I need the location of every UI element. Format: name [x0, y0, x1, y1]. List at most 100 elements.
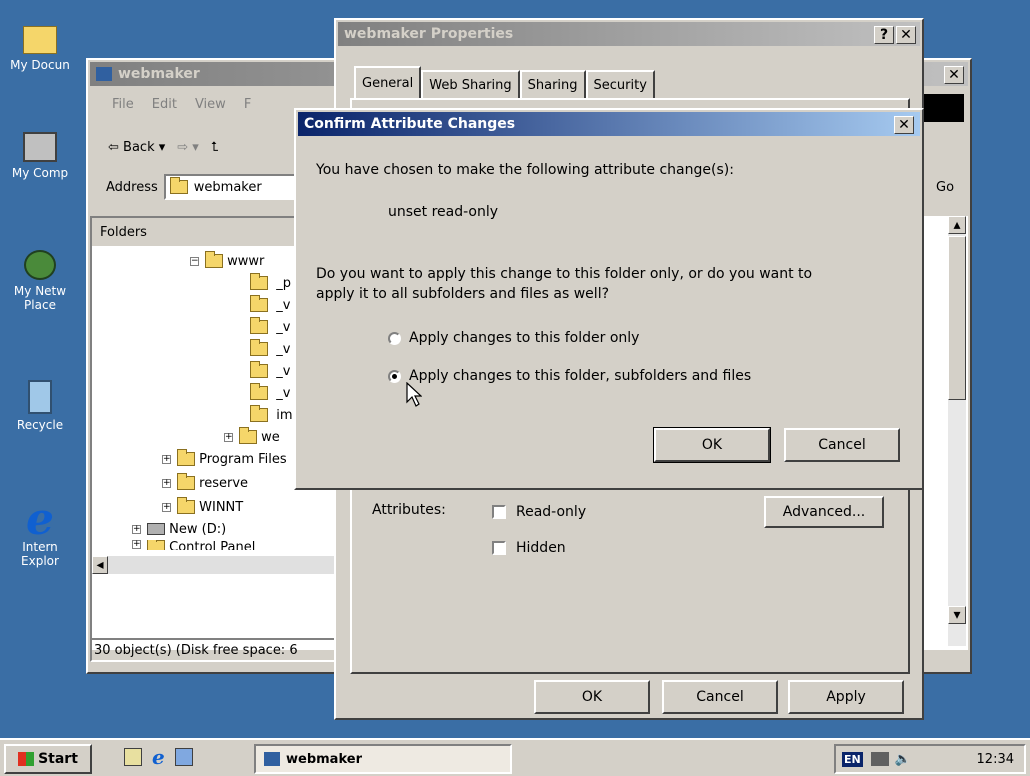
desktop-icon-recycle-bin[interactable]: Recycle — [0, 380, 80, 432]
folder-icon — [250, 361, 268, 378]
internet-explorer-icon[interactable]: e — [152, 747, 165, 767]
vertical-scrollbar[interactable]: ▴ ▾ — [948, 216, 966, 646]
network-icon — [24, 250, 56, 280]
tab-sharing[interactable]: Sharing — [519, 70, 586, 98]
confirm-ok-button[interactable]: OK — [653, 427, 771, 463]
radio-folder-subfolders-files[interactable]: Apply changes to this folder, subfolders… — [388, 368, 751, 384]
properties-ok-button[interactable]: OK — [534, 680, 650, 714]
address-value: webmaker — [193, 179, 262, 195]
scroll-left-button[interactable]: ◂ — [92, 556, 108, 574]
hidden-checkbox[interactable]: Hidden — [492, 540, 566, 556]
desktop-icon-network-places[interactable]: My Netw Place — [0, 250, 80, 312]
scroll-up-button[interactable]: ▴ — [948, 216, 966, 234]
taskbar-task-webmaker[interactable]: webmaker — [254, 744, 512, 774]
back-button[interactable]: ⇦ Back ▾ — [108, 140, 165, 155]
radio-button-selected — [388, 369, 401, 383]
desktop-icon-my-documents[interactable]: My Docun — [0, 22, 80, 72]
properties-cancel-button[interactable]: Cancel — [662, 680, 778, 714]
menu-favorites[interactable]: F — [244, 97, 251, 112]
folder-icon — [250, 339, 268, 356]
desktop-icon-label: Recycle — [16, 418, 64, 432]
confirm-close-button[interactable]: ✕ — [894, 116, 914, 134]
mouse-cursor-icon — [406, 382, 422, 407]
confirm-titlebar[interactable]: Confirm Attribute Changes — [298, 112, 920, 136]
tree-item[interactable]: _v — [250, 360, 290, 382]
clock: 12:34 — [976, 751, 1014, 767]
file-list-pane: ▴ ▾ — [924, 216, 968, 650]
address-field[interactable]: webmaker — [163, 174, 304, 200]
tree-item[interactable]: + reserve — [162, 472, 248, 494]
start-label: Start — [38, 751, 78, 767]
forward-button[interactable]: ⇨ ▾ — [177, 140, 199, 155]
confirm-dialog: Confirm Attribute Changes ✕ You have cho… — [294, 108, 924, 490]
go-button[interactable]: Go — [936, 180, 954, 195]
properties-titlebar[interactable]: webmaker Properties — [338, 22, 920, 46]
scroll-down-button[interactable]: ▾ — [948, 606, 966, 624]
tree-item[interactable]: _v — [250, 294, 290, 316]
tree-item[interactable]: im — [250, 404, 293, 426]
confirm-message: You have chosen to make the following at… — [316, 162, 734, 178]
tree-item[interactable]: + Control Panel — [132, 540, 255, 550]
properties-apply-button[interactable]: Apply — [788, 680, 904, 714]
taskbar: Start e webmaker EN 🔈 12:34 — [0, 738, 1030, 776]
tree-item[interactable]: _v — [250, 338, 290, 360]
tab-strip: General Web Sharing Sharing Security — [354, 66, 655, 98]
tree-item[interactable]: + New (D:) — [132, 518, 226, 540]
up-folder-icon[interactable]: ⮤ — [211, 140, 219, 155]
tree-item[interactable]: − wwwr — [190, 250, 264, 272]
desktop-icon-label: Intern — [22, 540, 58, 554]
tree-item[interactable]: + we — [224, 426, 280, 448]
volume-icon[interactable]: 🔈 — [895, 752, 911, 767]
tree-item[interactable]: + Program Files — [162, 448, 287, 470]
horizontal-scrollbar[interactable]: ◂ — [92, 556, 336, 574]
folder-icon — [169, 177, 188, 194]
folder-icon — [250, 273, 268, 290]
readonly-checkbox[interactable]: Read-only — [492, 504, 586, 520]
attributes-label: Attributes: — [372, 502, 446, 518]
back-arrow-icon: ⇦ — [108, 139, 119, 155]
desktop-icon-label: My Netw — [13, 284, 67, 298]
language-indicator[interactable]: EN — [842, 751, 863, 767]
explorer-close-button[interactable]: ✕ — [944, 66, 964, 84]
tree-item[interactable]: + WINNT — [162, 496, 243, 518]
desktop-icon-my-computer[interactable]: My Comp — [0, 132, 80, 180]
outlook-icon[interactable] — [174, 748, 193, 766]
desktop-icon-label: My Docun — [10, 58, 70, 72]
folder-icon — [177, 497, 195, 514]
folder-open-icon — [205, 251, 223, 268]
tree-item[interactable]: _v — [250, 316, 290, 338]
confirm-question-line1: Do you want to apply this change to this… — [316, 266, 813, 282]
properties-title: webmaker Properties — [344, 26, 514, 42]
radio-folder-only[interactable]: Apply changes to this folder only — [388, 330, 639, 346]
advanced-button[interactable]: Advanced... — [764, 496, 884, 528]
tree-item[interactable]: _p — [250, 272, 291, 294]
tree-item[interactable]: _v — [250, 382, 290, 404]
folder-icon — [250, 405, 268, 422]
confirm-cancel-button[interactable]: Cancel — [784, 428, 900, 462]
confirm-title: Confirm Attribute Changes — [304, 116, 516, 132]
scroll-thumb[interactable] — [948, 236, 966, 400]
network-tray-icon[interactable] — [870, 752, 889, 766]
properties-close-button[interactable]: ✕ — [896, 26, 916, 44]
attribute-change: unset read-only — [388, 204, 499, 220]
tab-web-sharing[interactable]: Web Sharing — [421, 70, 520, 98]
folder-icon — [23, 26, 57, 54]
tab-general[interactable]: General — [354, 66, 422, 98]
address-label: Address — [106, 179, 158, 195]
menu-edit[interactable]: Edit — [152, 97, 177, 112]
folder-icon — [250, 295, 268, 312]
control-panel-icon — [147, 540, 165, 550]
explorer-title: webmaker — [118, 66, 200, 82]
task-label: webmaker — [286, 751, 362, 767]
help-button[interactable]: ? — [874, 26, 894, 44]
start-button[interactable]: Start — [4, 744, 92, 774]
desktop-icon-internet-explorer[interactable]: e Intern Explor — [0, 498, 80, 569]
desktop-icon-label-line2: Place — [24, 298, 56, 312]
tab-security[interactable]: Security — [585, 70, 655, 98]
desktop-icon-label-line2: Explor — [21, 554, 59, 568]
status-text: 30 object(s) (Disk free space: 6 — [94, 642, 298, 658]
windows-logo-icon — [18, 752, 35, 766]
menu-view[interactable]: View — [195, 97, 226, 112]
menu-file[interactable]: File — [112, 97, 134, 112]
show-desktop-icon[interactable] — [124, 748, 142, 766]
